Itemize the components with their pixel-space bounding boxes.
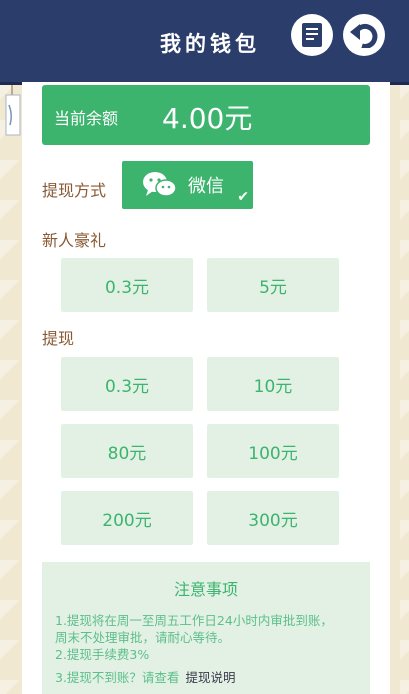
selected-check-icon: ✔	[237, 189, 249, 205]
newcomer-amount-button[interactable]: 0.3元	[61, 258, 193, 312]
balance-label: 当前余额	[54, 109, 119, 128]
notice-line: 周末不处理审批，请耐心等待。	[55, 630, 231, 645]
page-title: 我的钱包	[160, 31, 260, 56]
newcomer-section-label: 新人豪礼	[42, 231, 107, 250]
notice-line: 3.提现不到账？请查看	[55, 670, 180, 685]
wechat-option-label: 微信	[188, 176, 224, 197]
balance-card: 当前余额 4.00元	[42, 85, 370, 145]
notice-line: 1.提现将在周一至周五工作日24小时内审批到账，	[55, 613, 333, 628]
withdraw-amount-button[interactable]: 100元	[207, 424, 339, 478]
back-arrow-icon	[350, 23, 378, 48]
balance-value: 4.00元	[162, 102, 253, 135]
notice-title: 注意事项	[173, 580, 238, 599]
document-list-icon	[302, 23, 322, 47]
notice-text: 1.提现将在周一至周五工作日24小时内审批到账， 周末不处理审批，请耐心等待。 …	[55, 612, 365, 686]
withdraw-amount-button[interactable]: 300元	[207, 491, 339, 545]
records-button[interactable]	[291, 14, 333, 56]
withdraw-amount-button[interactable]: 10元	[207, 357, 339, 411]
withdraw-amount-button[interactable]: 0.3元	[61, 357, 193, 411]
wechat-option-button[interactable]: 微信 ✔	[122, 161, 253, 209]
withdraw-method-label: 提现方式	[42, 181, 107, 200]
withdraw-section-label: 提现	[42, 329, 75, 348]
newcomer-amount-button[interactable]: 5元	[207, 258, 339, 312]
wechat-icon	[143, 172, 177, 197]
withdraw-amount-button[interactable]: 80元	[61, 424, 193, 478]
withdraw-instructions-link[interactable]: 提现说明	[185, 670, 235, 685]
withdraw-amount-button[interactable]: 200元	[61, 491, 193, 545]
notice-line: 2.提现手续费3%	[55, 647, 150, 662]
back-button[interactable]	[343, 14, 385, 56]
notice-box: 注意事项 1.提现将在周一至周五工作日24小时内审批到账， 周末不处理审批，请耐…	[42, 562, 370, 694]
